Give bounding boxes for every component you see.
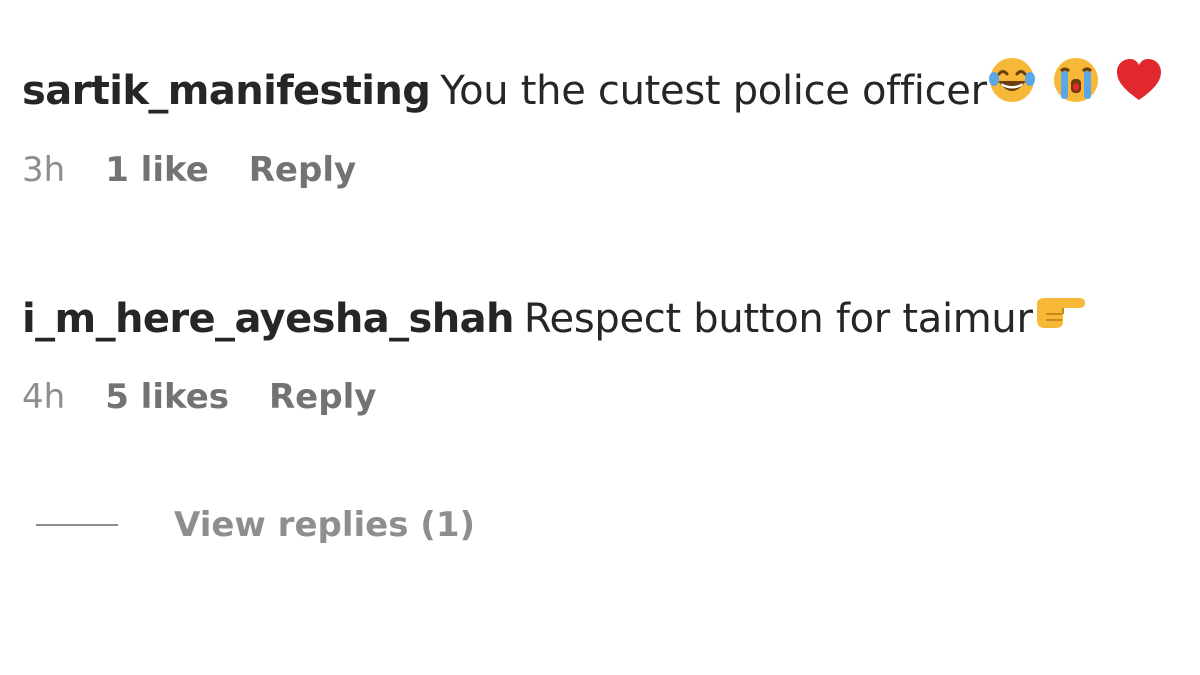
comments-page: sartik_manifesting You the cutest police … — [0, 0, 1200, 675]
comment-username[interactable]: i_m_here_ayesha_shah — [22, 296, 514, 342]
comment-time: 3h — [22, 150, 66, 190]
comment-username[interactable]: sartik_manifesting — [22, 68, 431, 114]
comment-body: i_m_here_ayesha_shah Respect button for t… — [22, 288, 1200, 350]
view-replies-label: View replies (1) — [174, 505, 476, 545]
laughing-tears-emoji-icon — [987, 55, 1037, 123]
comment-likes[interactable]: 5 likes — [105, 377, 229, 417]
comment-text: Respect button for taimur — [523, 296, 1033, 342]
red-heart-emoji-icon — [1115, 58, 1163, 120]
comment-text: You the cutest police officer — [440, 68, 987, 114]
reply-button[interactable]: Reply — [249, 150, 356, 190]
loudly-crying-emoji-icon — [1051, 55, 1101, 123]
divider-line — [36, 524, 118, 526]
reply-button[interactable]: Reply — [269, 377, 376, 417]
comment-likes[interactable]: 1 like — [105, 150, 209, 190]
view-replies-button[interactable]: View replies (1) — [36, 502, 475, 548]
pointing-right-emoji-icon — [1033, 286, 1087, 348]
comment-time: 4h — [22, 377, 66, 417]
comment-item: sartik_manifesting You the cutest police … — [22, 58, 1200, 191]
comment-meta: 4h 5 likes Reply — [22, 376, 1200, 418]
comment-body: sartik_manifesting You the cutest police … — [22, 58, 1200, 123]
comment-meta: 3h 1 like Reply — [22, 149, 1200, 191]
comment-item: i_m_here_ayesha_shah Respect button for t… — [22, 288, 1200, 418]
